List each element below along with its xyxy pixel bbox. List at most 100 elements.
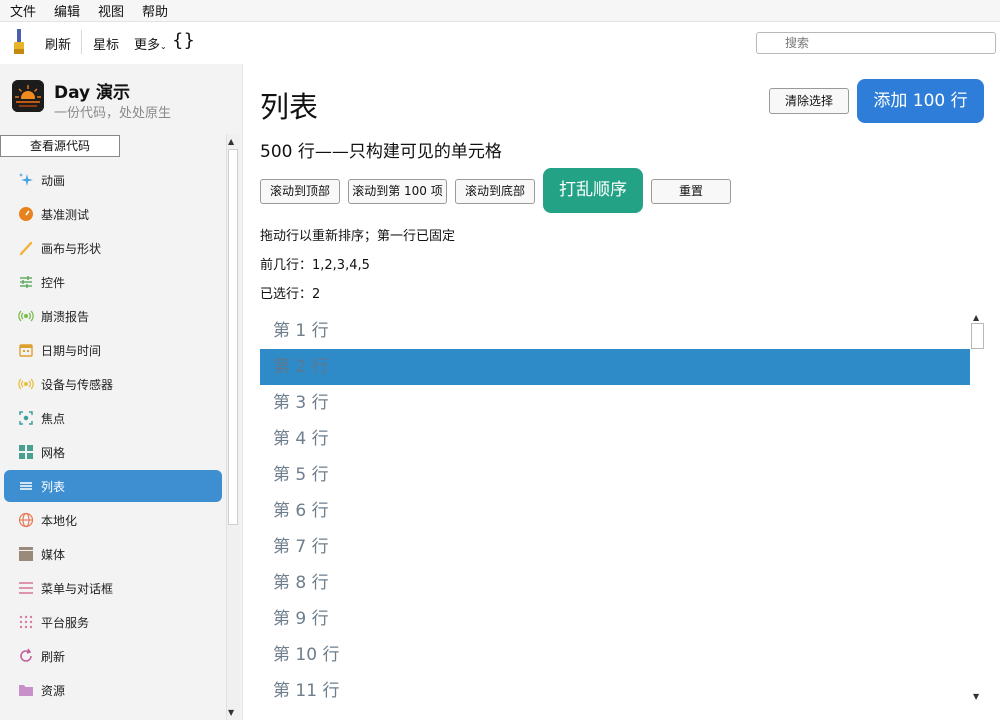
page-title: 列表 [260,90,319,124]
sidebar-item-11[interactable]: 本地化 [4,504,222,536]
list-row[interactable]: 第 1 行 [260,313,970,349]
broadcast-icon [18,308,34,324]
brush-icon [18,240,34,256]
menu-file[interactable]: 文件 [10,1,36,20]
menu-edit[interactable]: 编辑 [54,1,80,20]
page-subtitle: 500 行——只构建可见的单元格 [260,142,502,162]
sidebar: Day 演示 一份代码，处处原生 查看源代码 动画基准测试画布与形状控件崩溃报告… [0,64,242,720]
sidebar-item-label: 本地化 [41,513,78,528]
list-row[interactable]: 第 10 行 [260,637,970,673]
menu-help[interactable]: 帮助 [142,1,168,20]
app-title: Day 演示 [54,83,131,103]
sidebar-item-label: 资源 [41,683,66,698]
sidebar-item-label: 动画 [41,173,66,188]
sidebar-item-3[interactable]: 画布与形状 [4,232,222,264]
list-scroll-down-icon[interactable]: ▼ [973,692,979,701]
shuffle-button[interactable]: 打乱顺序 [543,168,643,213]
sidebar-item-5[interactable]: 崩溃报告 [4,300,222,332]
sidebar-item-10[interactable]: 列表 [4,470,222,502]
list-row[interactable]: 第 8 行 [260,565,970,601]
sensor-icon [18,376,34,392]
list-scroll-thumb[interactable] [971,323,984,349]
sunset-logo-icon [12,80,44,112]
sidebar-item-8[interactable]: 焦点 [4,402,222,434]
list-row[interactable]: 第 6 行 [260,493,970,529]
sidebar-item-label: 设备与传感器 [41,377,114,392]
refresh-icon [18,648,34,664]
sidebar-item-6[interactable]: 日期与时间 [4,334,222,366]
braces-button[interactable]: {} [172,30,195,51]
list-row[interactable]: 第 2 行 [260,349,970,385]
sidebar-item-16[interactable]: 资源 [4,674,222,706]
gauge-icon [18,206,34,222]
sidebar-item-label: 菜单与对话框 [41,581,114,596]
sidebar-item-14[interactable]: 平台服务 [4,606,222,638]
reset-button[interactable]: 重置 [651,179,731,204]
clear-selection-button[interactable]: 清除选择 [769,88,849,114]
list-scrollbar[interactable] [971,311,985,706]
sidebar-item-label: 基准测试 [41,207,90,222]
toolbar: 刷新 星标 更多⌄ {} 搜索 [0,22,1000,64]
sidebar-item-label: 焦点 [41,411,66,426]
refresh-button[interactable]: 刷新 [45,34,71,53]
list-row[interactable]: 第 4 行 [260,421,970,457]
list-row[interactable]: 第 11 行 [260,673,970,709]
sidebar-item-label: 日期与时间 [41,343,102,358]
drag-hint: 拖动行以重新排序；第一行已固定 [260,229,456,244]
sidebar-item-label: 崩溃报告 [41,309,90,324]
list-row[interactable]: 第 5 行 [260,457,970,493]
chevron-down-icon: ⌄ [160,42,167,51]
sidebar-item-label: 平台服务 [41,615,90,630]
sparkle-icon [18,172,34,188]
scroll-top-button[interactable]: 滚动到顶部 [260,179,340,204]
folder-icon [18,682,34,698]
scroll-down-arrow-icon[interactable]: ▼ [228,708,234,717]
pane-splitter[interactable] [242,64,243,720]
selected-row-status: 已选行：2 [260,287,321,302]
add-rows-button[interactable]: 添加 100 行 [857,79,984,123]
sidebar-item-15[interactable]: 刷新 [4,640,222,672]
sidebar-item-label: 画布与形状 [41,241,102,256]
sidebar-item-7[interactable]: 设备与传感器 [4,368,222,400]
sidebar-item-12[interactable]: 媒体 [4,538,222,570]
sidebar-item-13[interactable]: 菜单与对话框 [4,572,222,604]
sidebar-item-label: 列表 [41,479,66,494]
grid-icon [18,444,34,460]
star-button[interactable]: 星标 [93,34,119,53]
toolbar-separator [81,30,82,54]
sidebar-item-1[interactable]: 动画 [4,164,222,196]
list-row[interactable]: 第 7 行 [260,529,970,565]
sidebar-item-label: 刷新 [41,649,66,664]
sidebar-scroll-thumb[interactable] [228,149,238,525]
view-source-button[interactable]: 查看源代码 [0,135,120,157]
more-button[interactable]: 更多⌄ [134,34,167,53]
brush-app-icon [14,29,24,54]
first-rows-status: 前几行：1,2,3,4,5 [260,258,370,273]
sidebar-item-4[interactable]: 控件 [4,266,222,298]
globe-icon [18,512,34,528]
search-input[interactable]: 搜索 [756,32,996,54]
sidebar-item-9[interactable]: 网格 [4,436,222,468]
sidebar-item-2[interactable]: 基准测试 [4,198,222,230]
list-scroll-up-icon[interactable]: ▲ [973,313,979,322]
sliders-icon [18,274,34,290]
calendar-icon [18,342,34,358]
scroll-up-arrow-icon[interactable]: ▲ [228,137,234,146]
clapper-icon [18,546,34,562]
sidebar-item-label: 控件 [41,275,66,290]
sidebar-item-label: 媒体 [41,547,66,562]
menubar: 文件 编辑 视图 帮助 [0,0,1000,22]
menu-view[interactable]: 视图 [98,1,124,20]
sidebar-item-label: 网格 [41,445,66,460]
menu-icon [18,580,34,596]
list-row[interactable]: 第 3 行 [260,385,970,421]
scroll-to-100-button[interactable]: 滚动到第 100 项 [348,179,447,204]
scroll-bottom-button[interactable]: 滚动到底部 [455,179,535,204]
dots-grid-icon [18,614,34,630]
list-icon [18,478,34,494]
list-row[interactable]: 第 9 行 [260,601,970,637]
sidebar-nav: 动画基准测试画布与形状控件崩溃报告日期与时间设备与传感器 焦点网格列表本地化媒体菜… [0,142,226,720]
app-subtitle: 一份代码，处处原生 [54,106,172,121]
row-list[interactable]: 第 1 行第 2 行第 3 行第 4 行第 5 行第 6 行第 7 行第 8 行… [260,312,970,714]
focus-icon [18,410,34,426]
